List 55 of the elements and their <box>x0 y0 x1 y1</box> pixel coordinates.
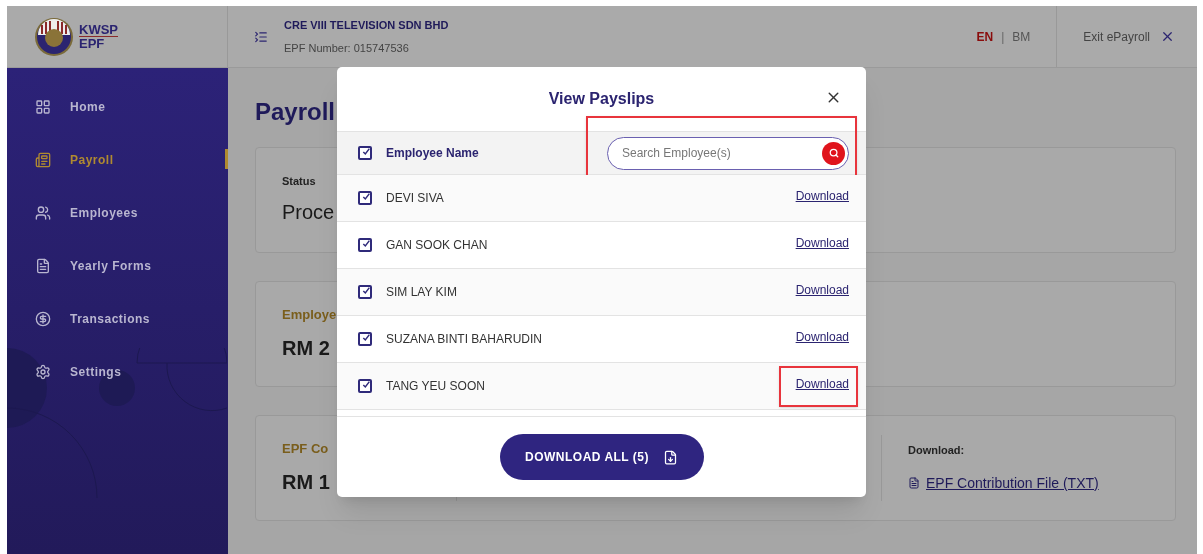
search-icon <box>828 148 839 158</box>
dollar-circle-icon <box>35 310 51 327</box>
language-option[interactable]: EN <box>976 27 994 46</box>
logo-text: EPF <box>79 37 106 50</box>
card-label: EPF Co <box>282 440 329 459</box>
card-value: RM 2 <box>282 335 330 361</box>
page-title: Payroll <box>255 97 336 127</box>
document-icon <box>908 477 920 490</box>
download-link[interactable]: Download <box>795 281 849 299</box>
epf-number: EPF Number: 015747536 <box>284 41 410 56</box>
checkbox[interactable] <box>358 146 372 160</box>
employee-name: SIM LAY KIM <box>386 284 458 301</box>
download-label: Download: <box>908 443 966 459</box>
payslip-icon <box>35 151 51 168</box>
checkbox[interactable] <box>358 332 372 346</box>
checkbox[interactable] <box>358 238 372 252</box>
checkbox[interactable] <box>358 285 372 299</box>
checkbox[interactable] <box>358 191 372 205</box>
sidebar-item[interactable]: Yearly Forms <box>7 239 228 292</box>
card-label: Employe <box>282 306 337 325</box>
download-link[interactable]: Download <box>795 328 849 346</box>
logo-emblem-icon <box>34 16 74 57</box>
download-all-button[interactable]: DOWNLOAD ALL (5) <box>499 434 704 480</box>
sidebar-item[interactable]: Transactions <box>7 292 228 345</box>
card-value: Proce <box>282 200 335 226</box>
employee-name: DEVI SIVA <box>386 190 445 207</box>
contribution-file-link[interactable]: EPF Contribution File (TXT) <box>908 472 1175 494</box>
exit-button[interactable]: Exit ePayroll <box>1056 6 1197 67</box>
employee-name: TANG YEU SOON <box>386 378 486 395</box>
document-icon <box>35 257 51 274</box>
card-value: RM 1 <box>282 469 330 495</box>
checkbox[interactable] <box>358 379 372 393</box>
card-label: Status <box>282 173 316 189</box>
sidebar-item[interactable]: Employees <box>7 186 228 239</box>
employee-name: SUZANA BINTI BAHARUDIN <box>386 331 544 348</box>
grid-icon <box>35 98 51 115</box>
download-link[interactable]: Download <box>795 234 849 252</box>
sidebar-item[interactable]: Payroll <box>7 133 228 186</box>
close-icon <box>1160 29 1175 44</box>
settings-icon <box>35 363 51 380</box>
download-link[interactable]: Download <box>795 375 849 393</box>
sidebar-item[interactable]: Home <box>7 80 228 133</box>
sidebar-item[interactable]: Settings <box>7 345 228 398</box>
file-download-icon <box>663 449 678 465</box>
dialog-title: View Payslips <box>548 89 655 109</box>
language-separator: | <box>1001 28 1005 46</box>
search-field[interactable]: Search Employee(s) <box>607 136 849 170</box>
logo-text: KWSP <box>79 23 118 37</box>
collapse-menu-icon[interactable] <box>254 29 268 44</box>
company-name: CRE VIII TELEVISION SDN BHD <box>284 17 449 33</box>
employee-name: GAN SOOK CHAN <box>386 237 489 254</box>
column-header: Employee Name <box>386 145 480 162</box>
download-link[interactable]: Download <box>795 187 849 205</box>
people-icon <box>35 204 51 221</box>
active-indicator <box>225 149 228 169</box>
